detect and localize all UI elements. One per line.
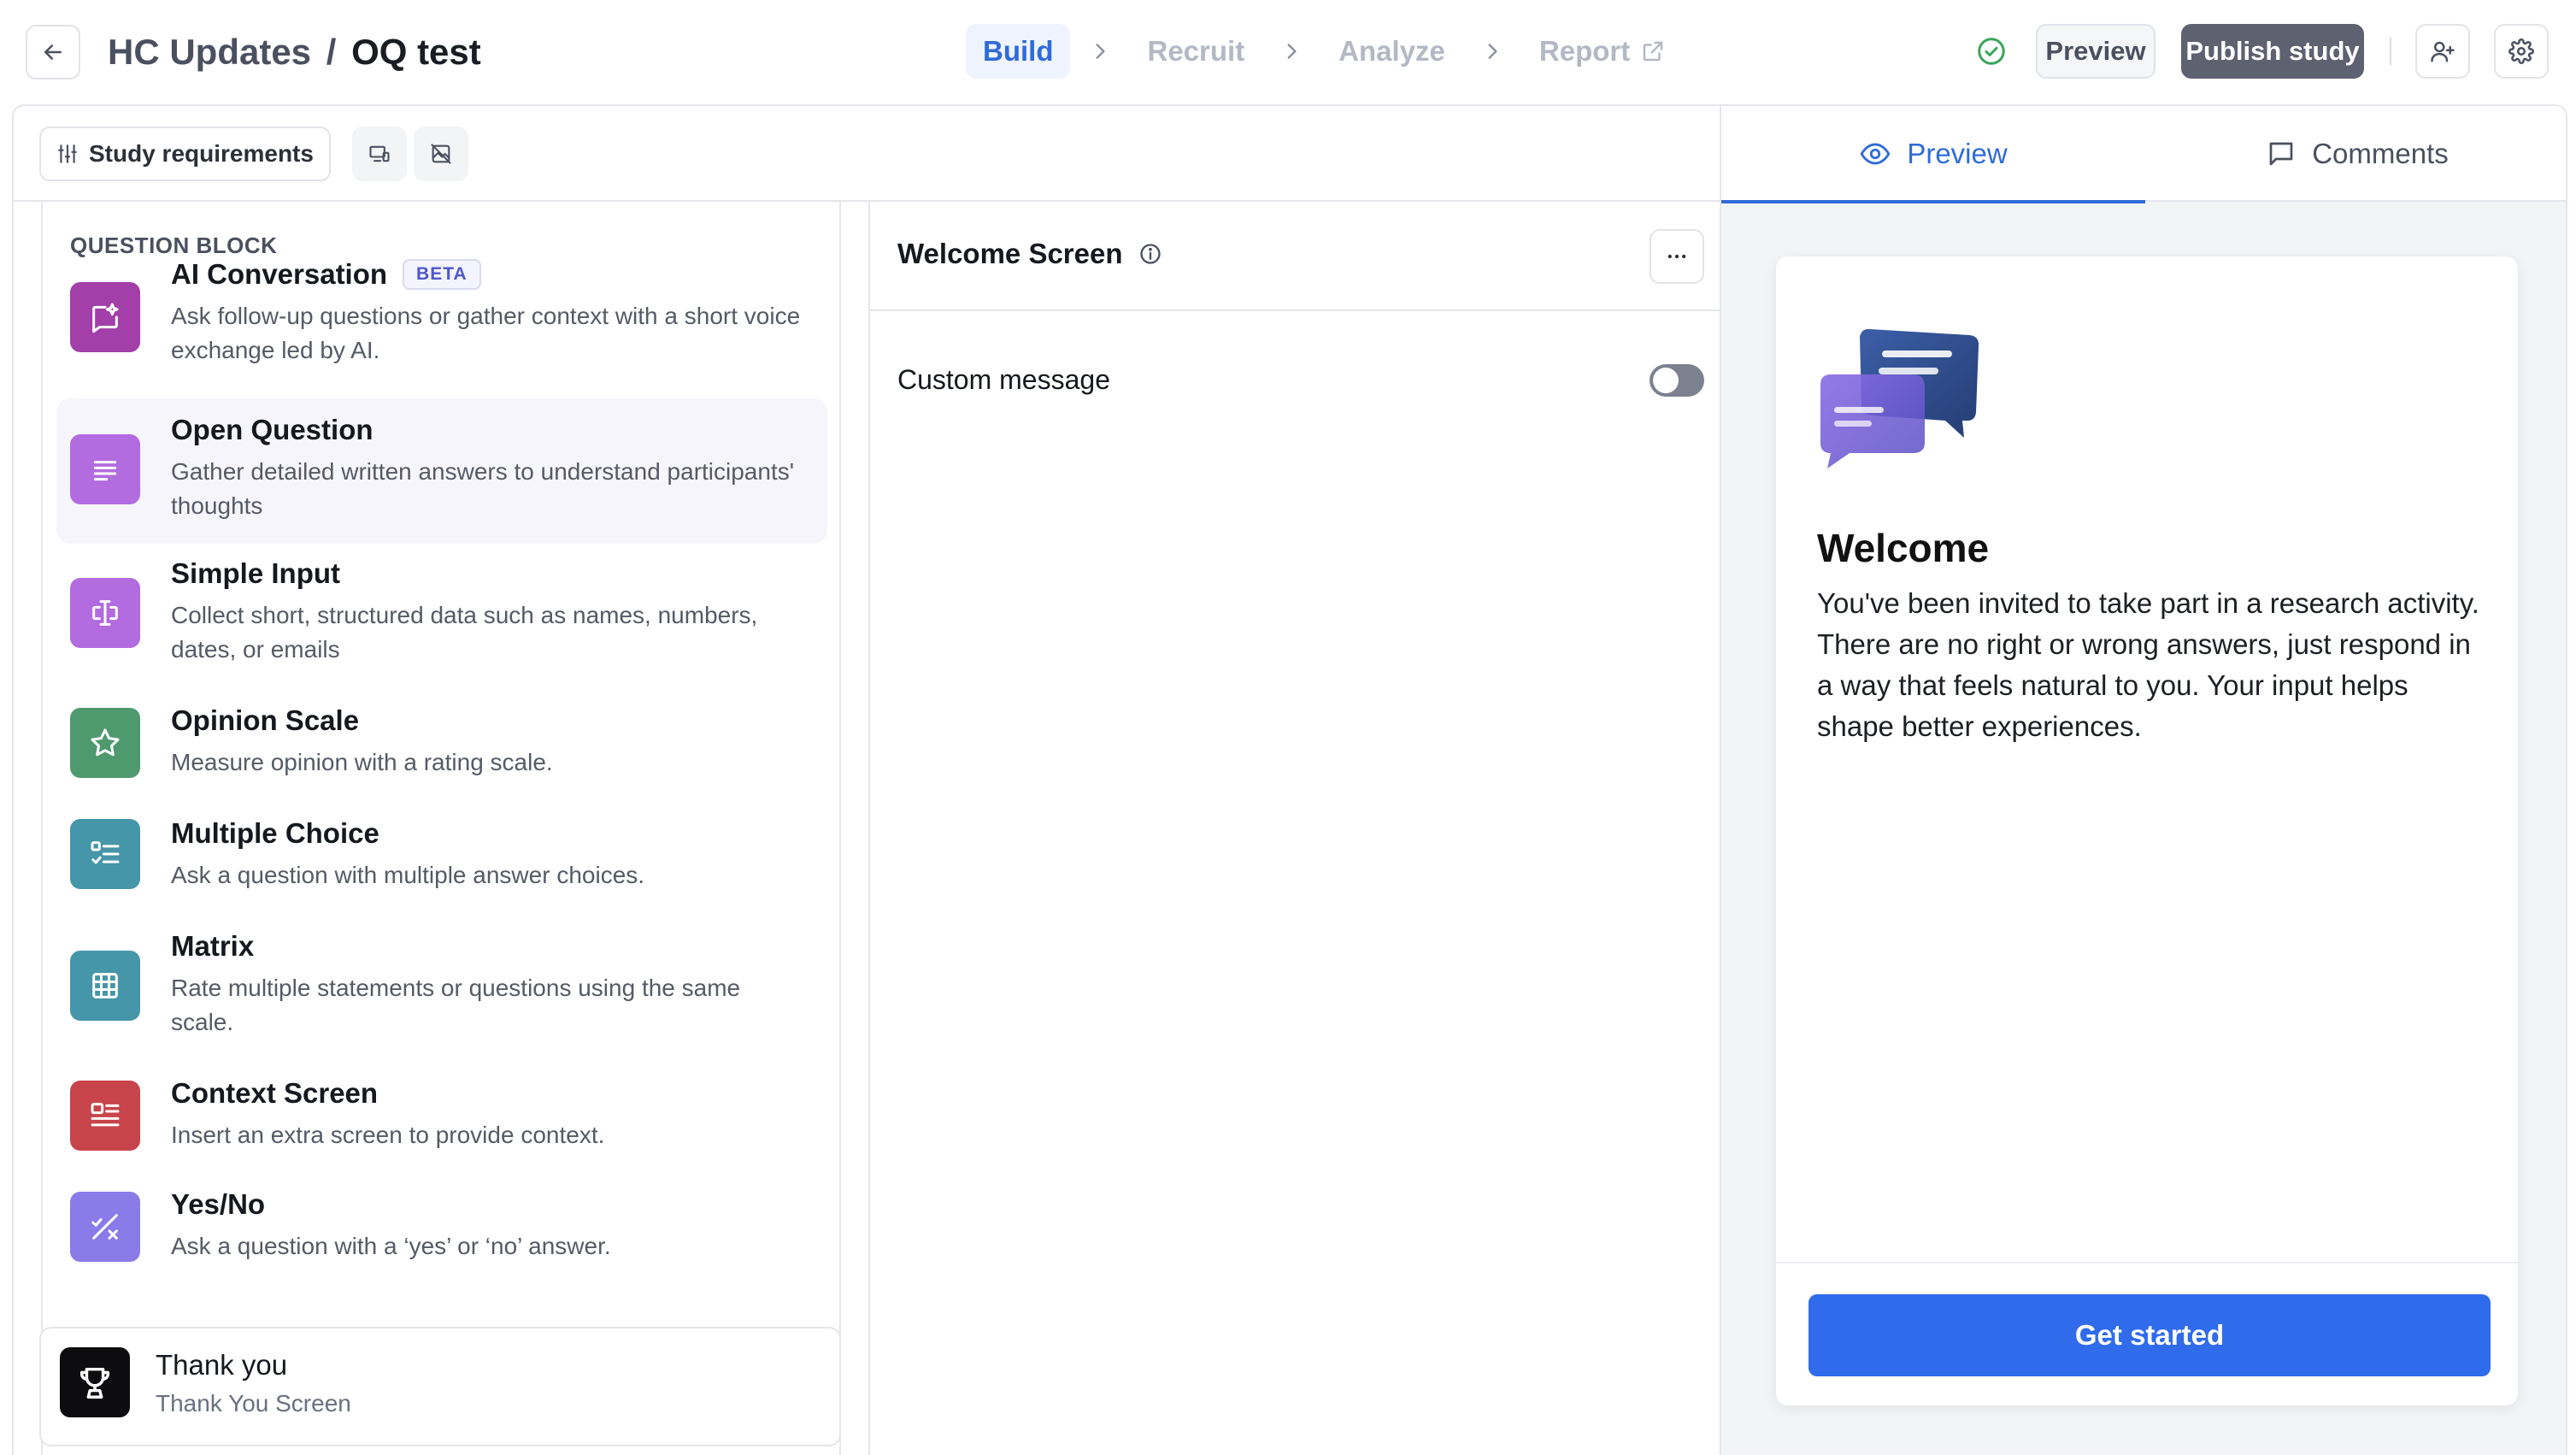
back-button[interactable] — [26, 25, 80, 80]
question-type-description: Gather detailed written answers to under… — [171, 458, 795, 519]
grid-icon — [70, 951, 140, 1021]
question-type-description: Ask follow-up questions or gather contex… — [171, 303, 801, 363]
star-icon — [70, 708, 140, 778]
welcome-preview-card: Welcome You've been invited to take part… — [1776, 256, 2518, 1405]
builder-section: Study requirements QUESTION BLOCK AI Con… — [14, 106, 1720, 1455]
question-type-title: Opinion Scale — [171, 704, 360, 736]
question-type-ai-conversation[interactable]: AI Conversation BETA Ask follow-up quest… — [56, 246, 827, 393]
builder-toolbar: Study requirements — [14, 106, 1720, 202]
question-type-description: Insert an extra screen to provide contex… — [171, 1122, 605, 1148]
study-requirements-label: Study requirements — [89, 140, 314, 167]
step-report[interactable]: Report — [1522, 24, 1683, 79]
question-type-title: Yes/No — [171, 1188, 266, 1220]
step-label: Analyze — [1338, 35, 1445, 67]
preview-button[interactable]: Preview — [2036, 24, 2155, 79]
question-type-title: Open Question — [171, 414, 373, 445]
question-type-matrix[interactable]: Matrix Rate multiple statements or quest… — [56, 915, 827, 1060]
question-type-yes-no[interactable]: Yes/No Ask a question with a ‘yes’ or ‘n… — [56, 1175, 827, 1284]
step-build[interactable]: Build — [966, 24, 1071, 79]
info-icon[interactable] — [1138, 242, 1162, 266]
chevron-right-icon — [1280, 40, 1303, 62]
external-link-icon — [1640, 38, 1666, 64]
question-type-multiple-choice[interactable]: Multiple Choice Ask a question with mult… — [56, 804, 827, 913]
devices-icon — [368, 142, 391, 166]
question-type-description: Measure opinion with a rating scale. — [171, 749, 553, 775]
welcome-title: Welcome — [1817, 526, 1990, 570]
breadcrumb-separator: / — [326, 32, 337, 72]
tab-preview[interactable]: Preview — [1721, 106, 2145, 203]
get-started-button[interactable]: Get started — [1808, 1294, 2491, 1376]
step-analyze[interactable]: Analyze — [1321, 24, 1462, 79]
tab-label: Preview — [1907, 138, 2008, 169]
step-label: Recruit — [1147, 35, 1245, 67]
eye-icon — [1859, 138, 1891, 170]
breadcrumb-study: OQ test — [351, 32, 481, 72]
context-icon — [70, 1081, 140, 1151]
question-type-description: Ask a question with multiple answer choi… — [171, 862, 645, 888]
question-type-open-question[interactable]: Open Question Gather detailed written an… — [56, 398, 827, 544]
step-label: Build — [983, 35, 1054, 67]
question-type-description: Rate multiple statements or questions us… — [171, 975, 741, 1035]
check-circle-icon — [1976, 36, 2007, 67]
thank-you-screen-item[interactable]: Thank you Thank You Screen — [39, 1327, 841, 1446]
screen-title: Welcome Screen — [897, 238, 1123, 269]
card-divider — [1776, 1262, 2518, 1264]
top-bar: HC Updates / OQ test Build Recruit Analy… — [0, 0, 2576, 104]
question-type-title: Context Screen — [171, 1077, 379, 1109]
question-type-opinion-scale[interactable]: Opinion Scale Measure opinion with a rat… — [56, 691, 827, 800]
sliders-icon — [56, 143, 79, 165]
toggle-knob — [1653, 368, 1679, 393]
question-type-title: Matrix — [171, 930, 255, 962]
breadcrumb: HC Updates / OQ test — [108, 26, 481, 79]
yes-no-icon — [70, 1192, 140, 1262]
welcome-message: You've been invited to take part in a re… — [1817, 587, 2479, 742]
chevron-right-icon — [1089, 40, 1111, 62]
thank-you-title: Thank you — [156, 1349, 288, 1381]
ai-sparkle-icon — [70, 282, 140, 352]
arrow-left-icon — [40, 39, 66, 65]
ellipsis-icon — [1665, 244, 1689, 268]
question-type-title: Simple Input — [171, 557, 340, 589]
question-type-simple-input[interactable]: Simple Input Collect short, structured d… — [56, 542, 827, 687]
device-preview-button[interactable] — [352, 127, 407, 181]
workflow-steps: Build Recruit Analyze Report — [966, 24, 1683, 79]
add-collaborator-button[interactable] — [2415, 24, 2470, 79]
settings-button[interactable] — [2494, 24, 2549, 79]
divider — [2390, 38, 2391, 65]
trophy-icon — [60, 1347, 130, 1417]
screen-editor-panel: Welcome Screen Custom message — [868, 202, 1720, 1455]
preview-section: Preview Comments Welcome You've been inv… — [1720, 106, 2566, 1455]
more-options-button[interactable] — [1650, 229, 1704, 284]
question-type-title: AI Conversation — [171, 258, 388, 290]
main-frame: Study requirements QUESTION BLOCK AI Con… — [12, 104, 2567, 1455]
text-cursor-icon — [70, 578, 140, 648]
screen-editor-header: Welcome Screen — [870, 202, 1720, 311]
hide-media-button[interactable] — [414, 127, 468, 181]
tab-comments[interactable]: Comments — [2145, 106, 2566, 202]
custom-message-toggle[interactable] — [1650, 364, 1704, 397]
custom-message-label: Custom message — [897, 364, 1110, 395]
question-type-title: Multiple Choice — [171, 817, 379, 849]
breadcrumb-project[interactable]: HC Updates — [108, 32, 311, 72]
comment-icon — [2266, 138, 2297, 169]
question-type-context-screen[interactable]: Context Screen Insert an extra screen to… — [56, 1063, 827, 1173]
question-type-description: Ask a question with a ‘yes’ or ‘no’ answ… — [171, 1233, 611, 1259]
publish-study-button[interactable]: Publish study — [2181, 24, 2364, 79]
question-type-description: Collect short, structured data such as n… — [171, 602, 758, 663]
preview-tabs: Preview Comments — [1721, 106, 2566, 203]
chevron-right-icon — [1481, 40, 1503, 62]
question-block-panel: QUESTION BLOCK AI Conversation BETA Ask … — [41, 202, 841, 1455]
step-label: Report — [1538, 35, 1631, 67]
chat-bubbles-illustration — [1817, 325, 1979, 470]
study-requirements-button[interactable]: Study requirements — [39, 127, 331, 181]
tab-label: Comments — [2312, 138, 2449, 169]
image-off-icon — [429, 142, 453, 166]
beta-badge: BETA — [403, 259, 481, 290]
step-recruit[interactable]: Recruit — [1130, 24, 1262, 79]
user-plus-icon — [2430, 38, 2455, 64]
thank-you-subtitle: Thank You Screen — [156, 1390, 351, 1417]
checklist-icon — [70, 819, 140, 889]
gear-icon — [2508, 38, 2534, 64]
text-lines-icon — [70, 434, 140, 504]
